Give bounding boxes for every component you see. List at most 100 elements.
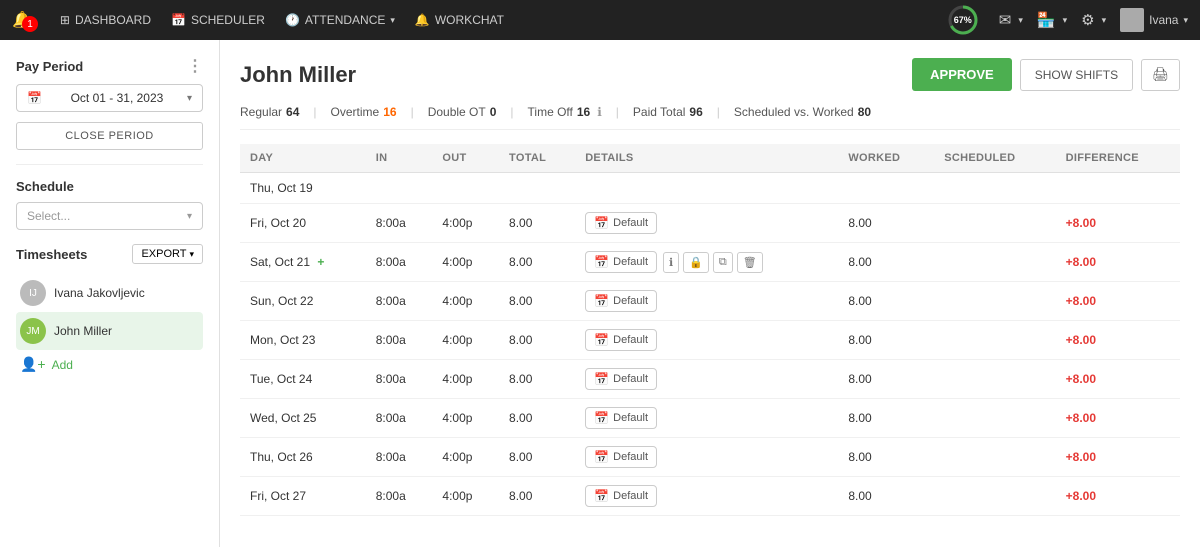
day-cell: Sat, Oct 21 + <box>240 243 366 282</box>
worked-hours: 8.00 <box>838 438 934 477</box>
scheduled-hours <box>934 243 1055 282</box>
difference-hours: +8.00 <box>1056 243 1180 282</box>
scheduled-hours <box>934 360 1055 399</box>
table-row: Tue, Oct 248:00a4:00p8.00📅 Default8.00+8… <box>240 360 1180 399</box>
chat-bell-icon: 🔔 <box>415 13 430 27</box>
col-day: DAY <box>240 144 366 173</box>
detail-badge[interactable]: 📅 Default <box>585 329 657 351</box>
total-hours: 8.00 <box>499 321 575 360</box>
scheduled-hours <box>934 477 1055 516</box>
total-hours: 8.00 <box>499 399 575 438</box>
col-scheduled: SCHEDULED <box>934 144 1055 173</box>
store-icon[interactable]: 🏪▾ <box>1037 11 1067 29</box>
total-hours: 8.00 <box>499 204 575 243</box>
nav-scheduler[interactable]: 📅 SCHEDULER <box>171 13 265 27</box>
col-details: DETAILS <box>575 144 838 173</box>
nav-attendance[interactable]: 🕐 ATTENDANCE ▾ <box>285 13 395 27</box>
export-chevron-icon: ▾ <box>189 249 194 260</box>
scheduled-hours <box>934 173 1055 204</box>
table-row: Fri, Oct 278:00a4:00p8.00📅 Default8.00+8… <box>240 477 1180 516</box>
user-avatar[interactable]: Ivana ▾ <box>1120 8 1188 32</box>
detail-badge[interactable]: 📅 Default <box>585 368 657 390</box>
employee-name: John Miller <box>240 62 356 88</box>
progress-ring[interactable]: 67% <box>947 4 979 36</box>
col-difference: DIFFERENCE <box>1056 144 1180 173</box>
worked-hours: 8.00 <box>838 204 934 243</box>
period-chevron-icon: ▾ <box>187 93 192 104</box>
gear-icon[interactable]: ⚙▾ <box>1081 11 1106 29</box>
clock-icon: 🕐 <box>285 13 300 27</box>
timesheets-section-header: Timesheets EXPORT ▾ <box>16 244 203 264</box>
nav-workchat[interactable]: 🔔 WORKCHAT <box>415 13 504 27</box>
detail-badge[interactable]: 📅 Default <box>585 407 657 429</box>
schedule-select[interactable]: Select... ▾ <box>16 202 203 230</box>
summary-scheduled-vs-worked: Scheduled vs. Worked 80 <box>734 105 885 119</box>
detail-badge[interactable]: 📅 Default <box>585 212 657 234</box>
detail-badge[interactable]: 📅 Default <box>585 485 657 507</box>
scheduled-hours <box>934 438 1055 477</box>
worked-hours: 8.00 <box>838 282 934 321</box>
table-row: Sun, Oct 228:00a4:00p8.00📅 Default8.00+8… <box>240 282 1180 321</box>
add-user-icon: 👤+ <box>20 356 46 373</box>
summary-time-off: Time Off 16 ℹ <box>528 105 616 119</box>
difference-hours: +8.00 <box>1056 477 1180 516</box>
difference-hours: +8.00 <box>1056 321 1180 360</box>
add-user-button[interactable]: 👤+ Add <box>16 350 203 379</box>
worked-hours: 8.00 <box>838 477 934 516</box>
difference-hours: +8.00 <box>1056 399 1180 438</box>
in-time: 8:00a <box>366 399 433 438</box>
detail-cell: 📅 Default <box>575 321 838 360</box>
day-cell: Fri, Oct 27 <box>240 477 366 516</box>
out-time: 4:00p <box>432 204 499 243</box>
table-row: Thu, Oct 19 <box>240 173 1180 204</box>
add-entry-button[interactable]: + <box>314 255 324 269</box>
table-header-row: DAY IN OUT TOTAL DETAILS WORKED SCHEDULE… <box>240 144 1180 173</box>
avatar-ivana: IJ <box>20 280 46 306</box>
summary-overtime: Overtime 16 <box>331 105 411 119</box>
pay-period-menu-icon[interactable]: ⋮ <box>187 56 203 76</box>
export-button[interactable]: EXPORT ▾ <box>132 244 203 264</box>
day-cell: Thu, Oct 26 <box>240 438 366 477</box>
table-row: Wed, Oct 258:00a4:00p8.00📅 Default8.00+8… <box>240 399 1180 438</box>
difference-hours: +8.00 <box>1056 438 1180 477</box>
main-content: John Miller APPROVE SHOW SHIFTS 🖨 Regula… <box>220 40 1200 547</box>
delete-icon-button[interactable]: 🗑 <box>737 252 763 273</box>
detail-cell: 📅 Default <box>575 477 838 516</box>
nav-dashboard[interactable]: ⊞ DASHBOARD <box>60 13 151 27</box>
table-row: Sat, Oct 21 +8:00a4:00p8.00📅 Defaultℹ🔒⧉🗑… <box>240 243 1180 282</box>
lock-icon-button[interactable]: 🔒 <box>683 252 709 273</box>
show-shifts-button[interactable]: SHOW SHIFTS <box>1020 59 1133 91</box>
day-cell: Mon, Oct 23 <box>240 321 366 360</box>
schedule-title: Schedule <box>16 179 203 194</box>
detail-cell: 📅 Default <box>575 438 838 477</box>
period-selector[interactable]: 📅 Oct 01 - 31, 2023 ▾ <box>16 84 203 112</box>
main-header: John Miller APPROVE SHOW SHIFTS 🖨 <box>240 58 1180 91</box>
difference-hours <box>1056 173 1180 204</box>
detail-action-icons: ℹ🔒⧉🗑 <box>663 252 763 273</box>
summary-bar: Regular 64 | Overtime 16 | Double OT 0 |… <box>240 105 1180 130</box>
detail-cell <box>575 173 838 204</box>
time-off-info-icon[interactable]: ℹ <box>597 105 602 119</box>
user-dropdown-icon: ▾ <box>1183 15 1188 26</box>
print-button[interactable]: 🖨 <box>1141 59 1180 91</box>
copy-icon-button[interactable]: ⧉ <box>713 252 733 273</box>
envelope-icon[interactable]: ✉▾ <box>999 11 1023 29</box>
difference-hours: +8.00 <box>1056 360 1180 399</box>
pay-period-title: Pay Period ⋮ <box>16 56 203 76</box>
worked-hours: 8.00 <box>838 243 934 282</box>
detail-badge[interactable]: 📅 Default <box>585 251 657 273</box>
total-hours: 8.00 <box>499 282 575 321</box>
schedule-chevron-icon: ▾ <box>187 211 192 222</box>
col-out: OUT <box>432 144 499 173</box>
timesheet-user-ivana[interactable]: IJ Ivana Jakovljevic <box>16 274 203 312</box>
approve-button[interactable]: APPROVE <box>912 58 1012 91</box>
info-icon-button[interactable]: ℹ <box>663 252 679 273</box>
close-period-button[interactable]: CLOSE PERIOD <box>16 122 203 150</box>
detail-badge[interactable]: 📅 Default <box>585 446 657 468</box>
in-time: 8:00a <box>366 204 433 243</box>
calendar-icon: 📅 <box>171 13 186 27</box>
day-cell: Sun, Oct 22 <box>240 282 366 321</box>
table-row: Thu, Oct 268:00a4:00p8.00📅 Default8.00+8… <box>240 438 1180 477</box>
detail-badge[interactable]: 📅 Default <box>585 290 657 312</box>
timesheet-user-john[interactable]: JM John Miller <box>16 312 203 350</box>
